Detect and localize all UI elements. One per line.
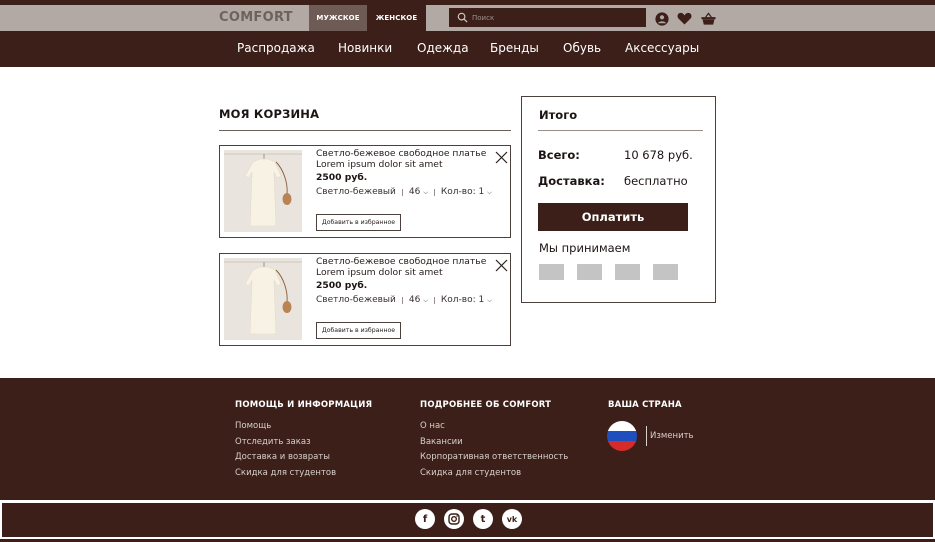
product-name-line1: Светло-бежевое свободное платье — [316, 256, 487, 267]
close-icon[interactable] — [495, 257, 508, 272]
logo[interactable]: COMFORT — [219, 10, 293, 25]
search-input[interactable] — [472, 9, 632, 26]
product-price: 2500 руб. — [316, 172, 368, 183]
divider — [433, 296, 435, 304]
vk-icon[interactable]: vk — [502, 509, 522, 529]
add-to-favorites-button[interactable]: Добавить в избранное — [316, 322, 401, 339]
qty-value: Кол-во: 1 — [440, 295, 485, 305]
product-options: Светло-бежевый 46 ⌵ Кол-во: 1 ⌵ — [316, 187, 492, 197]
facebook-glyph: f — [422, 513, 428, 525]
payment-method-icon — [653, 264, 678, 280]
close-icon[interactable] — [495, 149, 508, 164]
pay-button[interactable]: Оплатить — [538, 203, 688, 231]
qty-select[interactable]: Кол-во: 1 ⌵ — [441, 187, 492, 197]
chevron-down-icon: ⌵ — [487, 189, 492, 196]
product-name[interactable]: Светло-бежевое свободное платье Lorem ip… — [316, 148, 488, 170]
footer-help-title: ПОМОЩЬ И ИНФОРМАЦИЯ — [235, 400, 373, 410]
footer-link[interactable]: Скидка для студентов — [420, 468, 521, 478]
accepted-payments-label: Мы принимаем — [539, 241, 631, 255]
nav-item-accessories[interactable]: Аксессуары — [625, 41, 699, 55]
delivery-value: бесплатно — [624, 174, 688, 188]
search-bar[interactable] — [449, 8, 646, 27]
main-nav: Распродажа Новинки Одежда Бренды Обувь А… — [0, 31, 935, 67]
summary-title: Итого — [539, 108, 578, 122]
chevron-down-icon: ⌵ — [423, 297, 428, 304]
chevron-down-icon: ⌵ — [487, 297, 492, 304]
product-name-line1: Светло-бежевое свободное платье — [316, 148, 487, 159]
nav-item-brands[interactable]: Бренды — [490, 41, 539, 55]
footer-link[interactable]: Вакансии — [420, 437, 463, 447]
nav-item-clothes[interactable]: Одежда — [417, 41, 469, 55]
footer-link[interactable]: Помощь — [235, 421, 271, 431]
user-icon[interactable] — [654, 11, 669, 26]
instagram-icon[interactable] — [444, 509, 464, 529]
product-name-line2: Lorem ipsum dolor sit amet — [316, 158, 443, 170]
cart-item: Светло-бежевое свободное платье Lorem ip… — [219, 253, 511, 346]
payment-method-icon — [539, 264, 564, 280]
top-bar: COMFORT МУЖСКОЕ ЖЕНСКОЕ — [0, 5, 935, 31]
divider — [401, 296, 403, 304]
delivery-label: Доставка: — [538, 174, 605, 188]
size-select[interactable]: 46 ⌵ — [409, 187, 428, 197]
product-color: Светло-бежевый — [316, 295, 396, 305]
tab-men[interactable]: МУЖСКОЕ — [309, 5, 367, 31]
divider — [433, 188, 435, 196]
footer-link[interactable]: Доставка и возвраты — [235, 452, 330, 462]
divider — [401, 188, 403, 196]
product-name-line2: Lorem ipsum dolor sit amet — [316, 266, 443, 278]
qty-value: Кол-во: 1 — [440, 187, 485, 197]
russia-flag-icon — [607, 421, 637, 451]
size-select[interactable]: 46 ⌵ — [409, 295, 428, 305]
nav-item-new[interactable]: Новинки — [338, 41, 392, 55]
tab-women[interactable]: ЖЕНСКОЕ — [367, 5, 426, 31]
heart-icon[interactable] — [677, 11, 692, 26]
product-image[interactable] — [224, 150, 302, 232]
product-options: Светло-бежевый 46 ⌵ Кол-во: 1 ⌵ — [316, 295, 492, 305]
payment-method-icon — [615, 264, 640, 280]
nav-item-shoes[interactable]: Обувь — [563, 41, 601, 55]
order-summary: Итого Всего: 10 678 руб. Доставка: беспл… — [521, 96, 716, 303]
payment-method-icon — [577, 264, 602, 280]
search-icon[interactable] — [454, 8, 470, 27]
facebook-icon[interactable]: f — [415, 509, 435, 529]
divider — [219, 130, 511, 131]
footer-link[interactable]: О нас — [420, 421, 445, 431]
footer-link[interactable]: Отследить заказ — [235, 437, 311, 447]
basket-icon[interactable] — [701, 11, 716, 26]
size-value: 46 — [408, 295, 421, 305]
divider — [646, 426, 647, 446]
product-name[interactable]: Светло-бежевое свободное платье Lorem ip… — [316, 256, 488, 278]
total-value: 10 678 руб. — [624, 148, 693, 162]
nav-item-sale[interactable]: Распродажа — [237, 41, 315, 55]
tumblr-glyph: t — [480, 513, 486, 525]
change-country-link[interactable]: Изменить — [650, 431, 694, 441]
footer-link[interactable]: Корпоративная ответственность — [420, 452, 568, 462]
cart-title: МОЯ КОРЗИНА — [219, 107, 320, 121]
footer-country-title: ВАША СТРАНА — [608, 400, 682, 410]
product-color: Светло-бежевый — [316, 187, 396, 197]
total-label: Всего: — [538, 148, 580, 162]
social-bar — [2, 503, 933, 537]
divider — [538, 130, 703, 131]
tumblr-icon[interactable]: t — [473, 509, 493, 529]
footer-link[interactable]: Скидка для студентов — [235, 468, 336, 478]
chevron-down-icon: ⌵ — [423, 189, 428, 196]
cart-item: Светло-бежевое свободное платье Lorem ip… — [219, 145, 511, 238]
product-price: 2500 руб. — [316, 280, 368, 291]
size-value: 46 — [408, 187, 421, 197]
qty-select[interactable]: Кол-во: 1 ⌵ — [441, 295, 492, 305]
add-to-favorites-button[interactable]: Добавить в избранное — [316, 214, 401, 231]
footer-about-title: ПОДРОБНЕЕ ОБ COMFORT — [420, 400, 552, 410]
footer — [0, 378, 935, 500]
product-image[interactable] — [224, 258, 302, 340]
vk-glyph: vk — [506, 514, 518, 524]
